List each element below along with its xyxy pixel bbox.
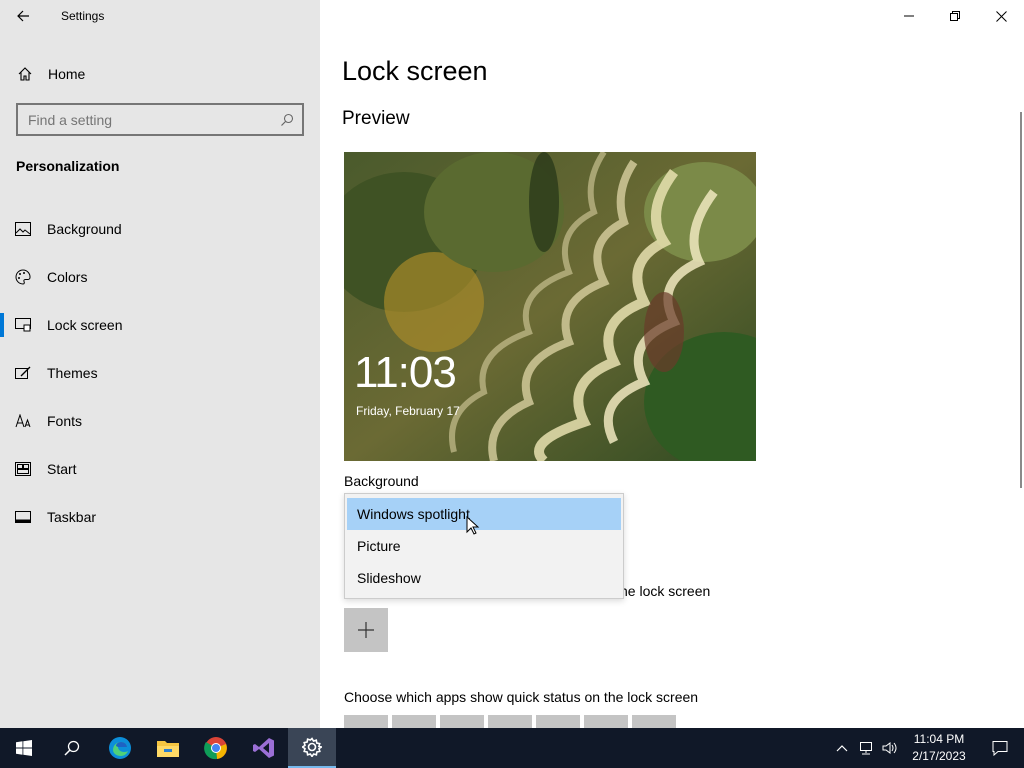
home-link[interactable]: Home xyxy=(0,56,320,92)
sidebar-item-label: Lock screen xyxy=(47,317,123,333)
sidebar-item-label: Fonts xyxy=(47,413,83,429)
background-label: Background xyxy=(344,473,419,489)
volume-icon xyxy=(882,742,897,754)
sidebar-item-label: Taskbar xyxy=(47,509,97,525)
lock-screen-date: Friday, February 17 xyxy=(356,404,460,418)
chrome-icon xyxy=(204,737,227,760)
option-picture[interactable]: Picture xyxy=(347,530,621,562)
quick-status-tile[interactable] xyxy=(440,715,484,728)
sidebar-item-fonts[interactable]: Fonts xyxy=(0,397,320,445)
preview-heading: Preview xyxy=(342,108,410,129)
sidebar-item-colors[interactable]: Colors xyxy=(0,253,320,301)
quick-status-tile[interactable] xyxy=(536,715,580,728)
detailed-status-label: he lock screen xyxy=(620,583,711,599)
chevron-up-icon xyxy=(836,745,848,752)
edge-icon xyxy=(109,737,131,759)
quick-status-tiles xyxy=(344,715,676,728)
add-app-button[interactable] xyxy=(344,608,388,652)
plus-icon xyxy=(358,622,374,638)
back-button[interactable] xyxy=(0,0,46,32)
mouse-cursor-icon xyxy=(466,516,480,535)
sidebar: Settings Home Personalization Background… xyxy=(0,0,320,728)
edge-app[interactable] xyxy=(96,728,144,768)
sidebar-item-start[interactable]: Start xyxy=(0,445,320,493)
sidebar-item-taskbar[interactable]: Taskbar xyxy=(0,493,320,541)
taskbar-clock[interactable]: 11:04 PM 2/17/2023 xyxy=(902,731,976,765)
lock-screen-icon xyxy=(0,318,47,332)
lock-screen-time: 11:03 xyxy=(354,348,457,397)
visual-studio-icon xyxy=(253,738,274,758)
quick-status-tile[interactable] xyxy=(392,715,436,728)
restore-button[interactable] xyxy=(932,0,978,32)
search-icon xyxy=(64,740,80,756)
action-center-button[interactable] xyxy=(976,728,1024,768)
sidebar-item-lock-screen[interactable]: Lock screen xyxy=(0,301,320,349)
home-label: Home xyxy=(48,66,86,82)
search-input[interactable] xyxy=(18,111,272,128)
close-button[interactable] xyxy=(978,0,1024,32)
search-box[interactable] xyxy=(16,103,304,136)
chrome-app[interactable] xyxy=(192,728,240,768)
quick-status-label: Choose which apps show quick status on t… xyxy=(344,689,699,705)
quick-status-tile[interactable] xyxy=(584,715,628,728)
back-arrow-icon xyxy=(17,10,29,22)
notification-icon xyxy=(992,741,1008,756)
minimize-button[interactable] xyxy=(886,0,932,32)
close-icon xyxy=(995,10,1007,22)
clock-time: 11:04 PM xyxy=(913,732,965,746)
taskbar: 11:04 PM 2/17/2023 xyxy=(0,728,1024,768)
taskbar-search-button[interactable] xyxy=(48,728,96,768)
quick-status-tile[interactable] xyxy=(632,715,676,728)
sidebar-item-background[interactable]: Background xyxy=(0,205,320,253)
visual-studio-app[interactable] xyxy=(240,728,288,768)
nav-list: Background Colors Lock screen Themes Fon… xyxy=(0,205,320,541)
option-slideshow[interactable]: Slideshow xyxy=(347,562,621,594)
file-explorer-icon xyxy=(157,741,179,757)
system-tray: 11:04 PM 2/17/2023 xyxy=(830,728,1024,768)
restore-icon xyxy=(950,11,960,21)
background-dropdown-list[interactable]: Windows spotlight Picture Slideshow xyxy=(344,493,624,599)
lock-screen-preview: 11:03 Friday, February 17 xyxy=(344,152,756,461)
sidebar-item-label: Themes xyxy=(47,365,98,381)
sidebar-item-label: Background xyxy=(47,221,122,237)
fonts-icon xyxy=(0,414,47,428)
picture-icon xyxy=(0,222,47,236)
start-icon xyxy=(0,462,47,476)
clock-date: 2/17/2023 xyxy=(912,749,966,763)
main-content: Lock screen Preview 11:03 Friday, Februa… xyxy=(320,0,1024,728)
volume-button[interactable] xyxy=(878,728,902,768)
network-icon xyxy=(860,742,872,755)
sidebar-item-label: Colors xyxy=(47,269,88,285)
file-explorer-app[interactable] xyxy=(144,728,192,768)
settings-app[interactable] xyxy=(288,728,336,768)
scrollbar[interactable] xyxy=(1020,112,1022,488)
palette-icon xyxy=(0,269,47,285)
minimize-icon xyxy=(904,15,914,17)
title-bar: Settings xyxy=(0,0,320,32)
sidebar-item-themes[interactable]: Themes xyxy=(0,349,320,397)
app-title: Settings xyxy=(61,9,105,23)
page-title: Lock screen xyxy=(342,56,488,86)
quick-status-tile[interactable] xyxy=(344,715,388,728)
quick-status-tile[interactable] xyxy=(488,715,532,728)
sidebar-item-label: Start xyxy=(47,461,77,477)
settings-icon xyxy=(302,737,322,757)
show-hidden-icons-button[interactable] xyxy=(830,728,854,768)
windows-logo-icon xyxy=(16,740,32,756)
start-button[interactable] xyxy=(0,728,48,768)
search-icon[interactable] xyxy=(272,113,302,127)
themes-icon xyxy=(0,366,47,380)
home-icon xyxy=(0,66,48,82)
option-windows-spotlight[interactable]: Windows spotlight xyxy=(347,498,621,530)
section-title: Personalization xyxy=(16,158,120,174)
network-button[interactable] xyxy=(854,728,878,768)
window-controls xyxy=(886,0,1024,32)
taskbar-icon xyxy=(0,511,47,523)
